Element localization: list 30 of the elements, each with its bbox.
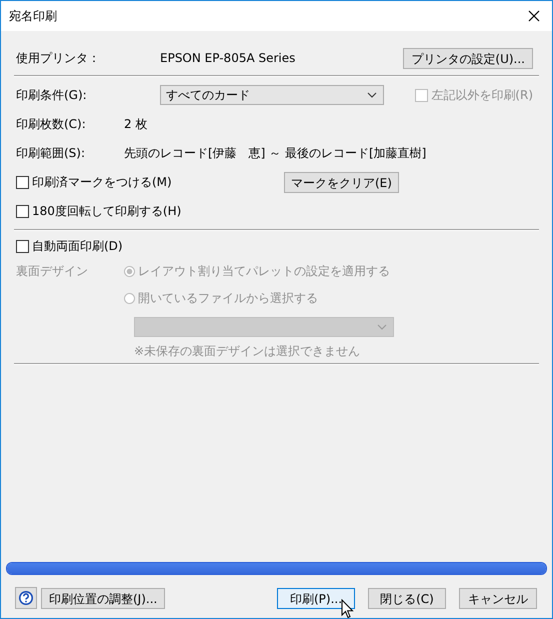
checkbox[interactable]: [16, 176, 29, 189]
adjust-position-button[interactable]: 印刷位置の調整(J)...: [41, 588, 166, 608]
checkbox-label: 180度回転して印刷する(H): [32, 203, 182, 220]
caret-icon: [377, 324, 387, 330]
close-icon[interactable]: [528, 10, 540, 22]
note-text: ※未保存の裏面デザインは選択できません: [134, 342, 360, 360]
field-label: 印刷条件(G):: [16, 86, 88, 104]
window-title: 宛名印刷: [9, 8, 57, 24]
checkbox-label: 左記以外を印刷(R): [431, 86, 533, 104]
print-count: 2 枚: [124, 116, 148, 133]
print-range: 先頭のレコード[伊藤 恵] ～ 最後のレコード[加藤直樹]: [124, 145, 426, 162]
checkbox-label: 自動両面印刷(D): [32, 238, 123, 254]
radio-label: レイアウト割り当てパレットの設定を適用する: [138, 263, 390, 280]
field-label: 印刷枚数(C):: [16, 116, 87, 133]
radio-label: 開いているファイルから選択する: [138, 290, 318, 307]
help-icon[interactable]: [15, 587, 37, 609]
field-label: 印刷範囲(S):: [16, 145, 86, 162]
checkbox[interactable]: [16, 205, 29, 218]
dialog-button[interactable]: 閉じる(C): [368, 588, 446, 608]
printer-name: EPSON EP-805A Series: [160, 51, 296, 65]
caret-icon: [367, 92, 377, 98]
condition-dropdown[interactable]: すべてのカード: [160, 85, 384, 105]
dialog-button[interactable]: キャンセル: [459, 588, 537, 608]
printer-settings-button[interactable]: プリンタの設定(U)...: [403, 48, 533, 68]
field-label: 使用プリンタ：: [16, 50, 101, 66]
checkbox-label: 印刷済マークをつける(M): [32, 174, 172, 191]
checkbox[interactable]: [16, 240, 29, 252]
field-label: 裏面デザイン: [16, 263, 89, 280]
clear-mark-button[interactable]: マークをクリア(E): [284, 172, 399, 193]
cursor-icon: [341, 598, 354, 618]
